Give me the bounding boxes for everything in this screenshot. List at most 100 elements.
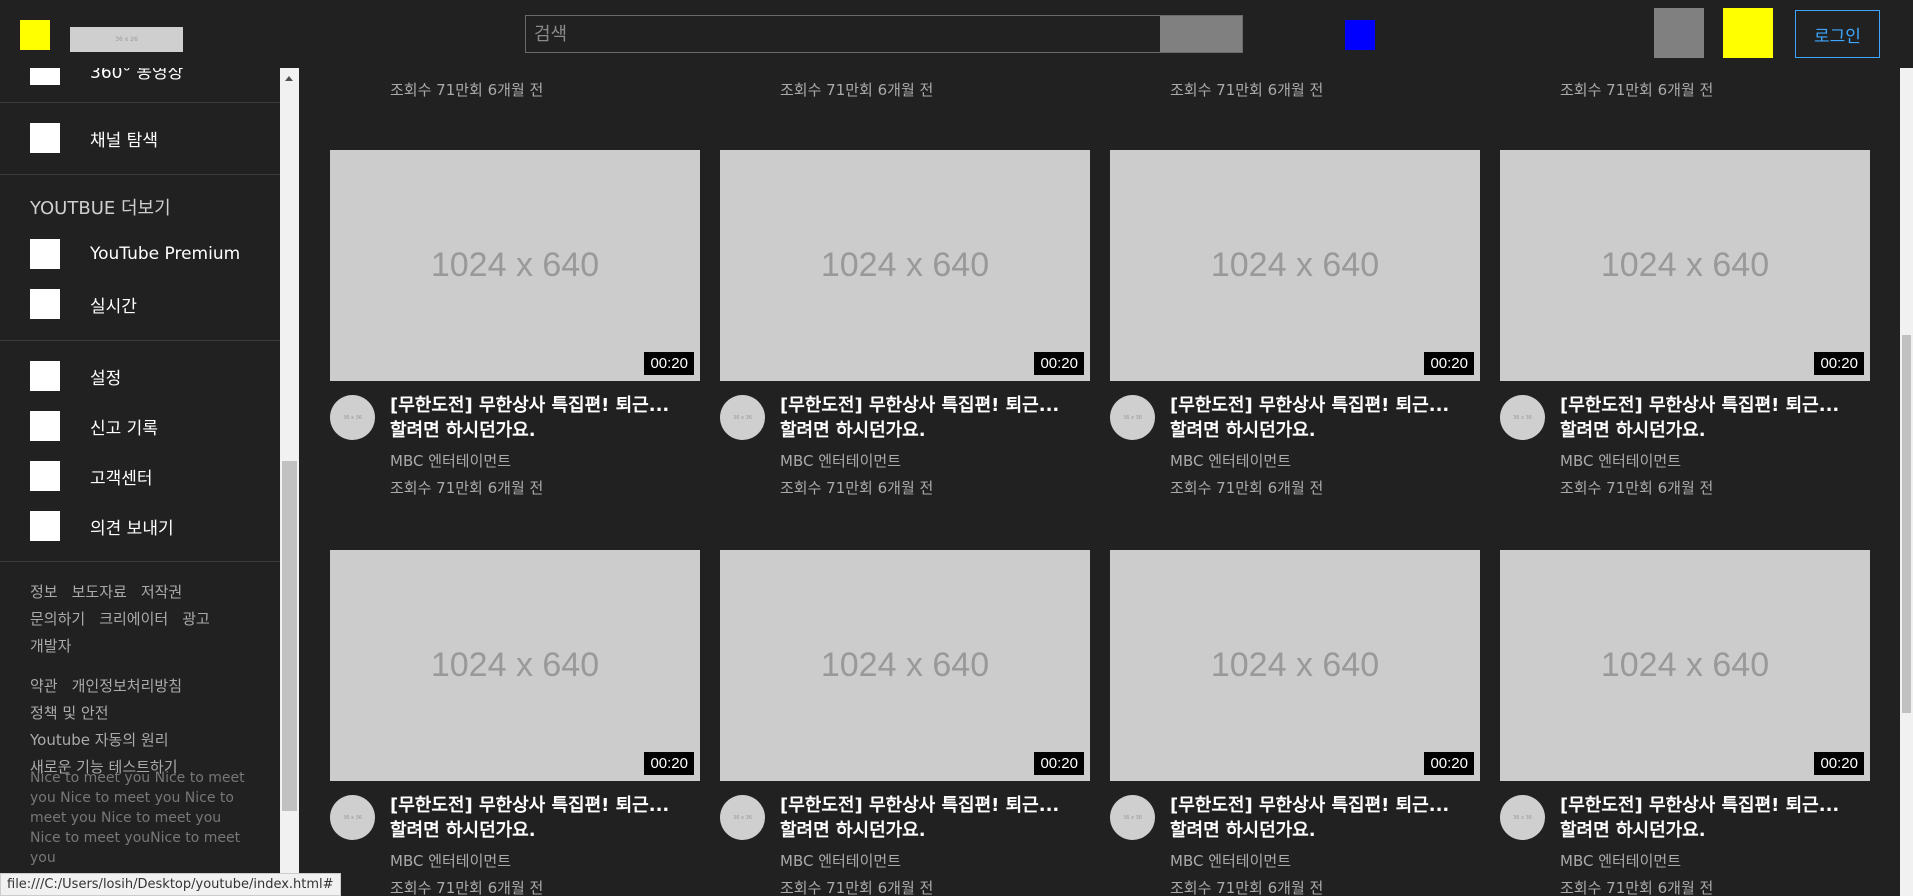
footer-link[interactable]: 보도자료 [72,579,127,606]
video-meta: 36 x 36 [무한도전] 무한상사 특집편! 퇴근... 할려면 하시던가요… [720,793,1090,896]
footer-link[interactable]: 정보 [30,579,58,606]
channel-name[interactable]: MBC 엔터테이먼트 [1560,850,1870,871]
sidebar-item-feedback[interactable]: 의견 보내기 [30,511,174,541]
footer-link[interactable]: 개인정보처리방침 [72,673,182,700]
video-title-line1: [무한도전] 무한상사 특집편! 퇴근... [390,795,670,816]
channel-name[interactable]: MBC 엔터테이먼트 [390,450,700,471]
search-button[interactable] [1160,16,1242,52]
footer-link[interactable]: Youtube 자동의 원리 [30,727,169,754]
video-card[interactable]: 1024 x 640 00:20 36 x 36 [무한도전] 무한상사 특집편… [1500,550,1870,896]
video-title-line1: [무한도전] 무한상사 특집편! 퇴근... [1560,795,1840,816]
footer-link[interactable]: 개발자 [30,633,71,660]
sidebar-item-label: 설정 [90,368,122,389]
divider [0,102,280,103]
channel-name[interactable]: MBC 엔터테이먼트 [1560,450,1870,471]
video-title-line2: 할려면 하시던가요. [1170,820,1316,841]
login-button[interactable]: 로그인 [1795,10,1880,58]
duration-badge: 00:20 [1424,352,1474,375]
logo-image[interactable]: 36 x 26 [70,27,183,52]
scrollbar-thumb[interactable] [1902,335,1911,713]
video-title[interactable]: [무한도전] 무한상사 특집편! 퇴근... 할려면 하시던가요. [780,793,1090,843]
video-thumbnail[interactable]: 1024 x 640 00:20 [1110,150,1480,381]
video-thumbnail[interactable]: 1024 x 640 00:20 [1500,150,1870,381]
video-card[interactable]: 1024 x 640 00:20 36 x 36 [무한도전] 무한상사 특집편… [330,150,700,498]
avatar[interactable]: 36 x 36 [720,395,765,440]
footer-link[interactable]: 문의하기 [30,606,85,633]
avatar[interactable]: 36 x 36 [1500,795,1545,840]
channel-name[interactable]: MBC 엔터테이먼트 [390,850,700,871]
footer-link[interactable]: 광고 [182,606,210,633]
search-box [525,15,1243,53]
video-card[interactable]: 1024 x 640 00:20 36 x 36 [무한도전] 무한상사 특집편… [1110,150,1480,498]
video-title[interactable]: [무한도전] 무한상사 특집편! 퇴근... 할려면 하시던가요. [1170,393,1480,443]
avatar[interactable]: 36 x 36 [1110,395,1155,440]
settings-icon[interactable] [1723,8,1773,58]
video-title-line2: 할려면 하시던가요. [1560,420,1706,441]
header: 36 x 26 로그인 [0,0,1913,68]
video-thumbnail[interactable]: 1024 x 640 00:20 [330,550,700,781]
footer-link[interactable]: 크리에이터 [99,606,168,633]
video-meta: 36 x 36 [무한도전] 무한상사 특집편! 퇴근... 할려면 하시던가요… [1500,793,1870,896]
avatar[interactable]: 36 x 36 [330,795,375,840]
video-title[interactable]: [무한도전] 무한상사 특집편! 퇴근... 할려면 하시던가요. [1560,393,1870,443]
sidebar-item-settings[interactable]: 설정 [30,361,121,391]
sidebar: 360° 동영상 채널 탐색 YOUTBUE 더보기 YouTube Premi… [0,68,280,896]
thumbnail-placeholder-text: 1024 x 640 [820,646,990,684]
channel-name[interactable]: MBC 엔터테이먼트 [1170,450,1480,471]
avatar[interactable]: 36 x 36 [330,395,375,440]
channel-name[interactable]: MBC 엔터테이먼트 [1170,850,1480,871]
video-card[interactable]: 1024 x 640 00:20 36 x 36 [무한도전] 무한상사 특집편… [720,150,1090,498]
mic-icon[interactable] [1345,20,1375,50]
sidebar-item-live[interactable]: 실시간 [30,289,137,319]
video-card[interactable]: 1024 x 640 00:20 36 x 36 [무한도전] 무한상사 특집편… [1110,550,1480,896]
video-thumbnail[interactable]: 1024 x 640 00:20 [720,550,1090,781]
video-title-line2: 할려면 하시던가요. [780,420,926,441]
video-card[interactable]: 1024 x 640 00:20 36 x 36 [무한도전] 무한상사 특집편… [330,550,700,896]
sidebar-item-channel-explore[interactable]: 채널 탐색 [30,123,158,153]
video-thumbnail[interactable]: 1024 x 640 00:20 [1500,550,1870,781]
thumbnail-placeholder-text: 1024 x 640 [1600,246,1770,284]
footer-link[interactable]: 저작권 [141,579,182,606]
video-thumbnail[interactable]: 1024 x 640 00:20 [330,150,700,381]
avatar[interactable]: 36 x 36 [1110,795,1155,840]
sidebar-item-360[interactable]: 360° 동영상 [30,68,183,85]
avatar[interactable]: 36 x 36 [1500,395,1545,440]
video-meta: 36 x 36 [무한도전] 무한상사 특집편! 퇴근... 할려면 하시던가요… [720,393,1090,498]
video-stats: 조회수 71만회 6개월 전 [390,879,544,896]
duration-badge: 00:20 [1034,752,1084,775]
channel-name[interactable]: MBC 엔터테이먼트 [780,850,1090,871]
video-thumbnail[interactable]: 1024 x 640 00:20 [720,150,1090,381]
sidebar-item-premium[interactable]: YouTube Premium [30,239,240,269]
sidebar-item-help[interactable]: 고객센터 [30,461,153,491]
channel-name[interactable]: MBC 엔터테이먼트 [780,450,1090,471]
video-title[interactable]: [무한도전] 무한상사 특집편! 퇴근... 할려면 하시던가요. [780,393,1090,443]
video-card[interactable]: 1024 x 640 00:20 36 x 36 [무한도전] 무한상사 특집편… [1500,150,1870,498]
apps-icon[interactable] [1654,8,1704,58]
video-title[interactable]: [무한도전] 무한상사 특집편! 퇴근... 할려면 하시던가요. [390,393,700,443]
duration-badge: 00:20 [644,752,694,775]
video-meta: 36 x 36 [무한도전] 무한상사 특집편! 퇴근... 할려면 하시던가요… [1110,793,1480,896]
video-stats: 조회수 71만회 6개월 전 [390,479,544,497]
video-thumbnail[interactable]: 1024 x 640 00:20 [1110,550,1480,781]
sidebar-item-label: YouTube Premium [90,244,241,264]
video-title[interactable]: [무한도전] 무한상사 특집편! 퇴근... 할려면 하시던가요. [390,793,700,843]
duration-badge: 00:20 [1814,752,1864,775]
video-meta: 36 x 36 [무한도전] 무한상사 특집편! 퇴근... 할려면 하시던가요… [330,393,700,498]
sidebar-item-report-history[interactable]: 신고 기록 [30,411,158,441]
menu-icon[interactable] [20,20,50,50]
divider [0,561,280,562]
footer-link[interactable]: 정책 및 안전 [30,700,109,727]
video-card[interactable]: 1024 x 640 00:20 36 x 36 [무한도전] 무한상사 특집편… [720,550,1090,896]
scrollbar-thumb[interactable] [282,461,297,811]
footer-links-primary: 정보 보도자료 저작권문의하기 크리에이터 광고개발자 [30,579,255,660]
video-title[interactable]: [무한도전] 무한상사 특집편! 퇴근... 할려면 하시던가요. [1170,793,1480,843]
video-stats: 조회수 71만회 6개월 전 [1170,81,1324,99]
search-input[interactable] [526,16,1160,52]
page-scrollbar[interactable] [1900,0,1913,896]
scroll-up-icon[interactable] [285,76,293,81]
thumbnail-placeholder-text: 1024 x 640 [1600,646,1770,684]
avatar[interactable]: 36 x 36 [720,795,765,840]
video-title[interactable]: [무한도전] 무한상사 특집편! 퇴근... 할려면 하시던가요. [1560,793,1870,843]
sidebar-scrollbar[interactable] [280,68,299,896]
footer-link[interactable]: 약관 [30,673,58,700]
